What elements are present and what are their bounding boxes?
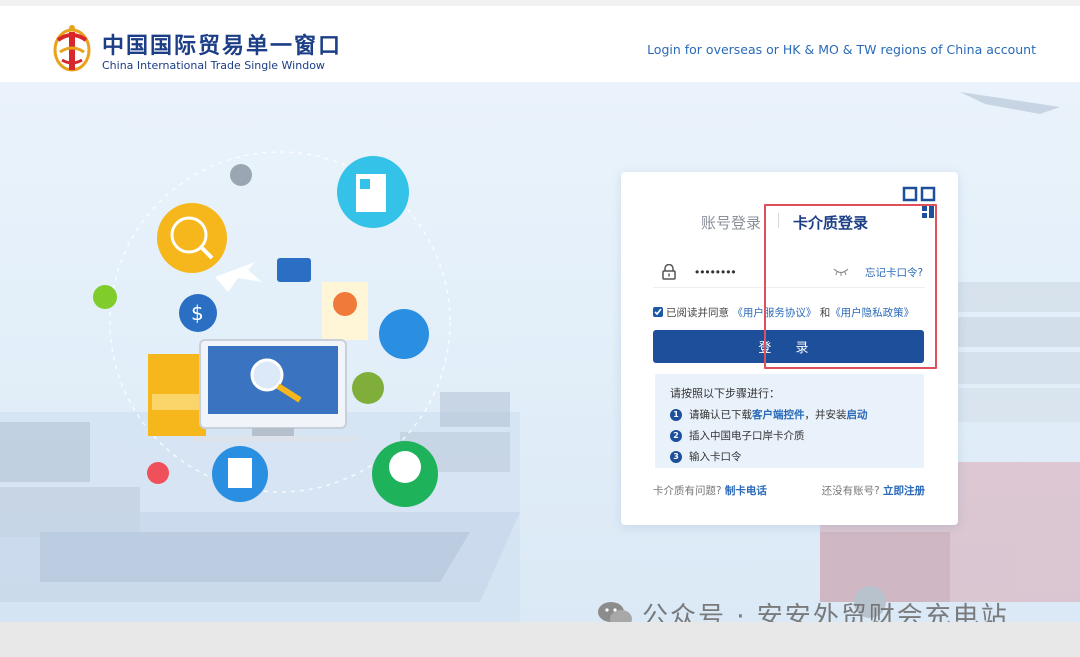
service-agreement-link[interactable]: 《用户服务协议》 [732, 307, 816, 319]
step-1: 1 请确认已下载 客户端控件 ，并安装 启动 [670, 407, 909, 422]
single-window-logo-icon [53, 25, 91, 72]
steps-panel: 请按照以下步骤进行： 1 请确认已下载 客户端控件 ，并安装 启动 2 插入中国电子口… [655, 374, 924, 468]
login-card: 账号登录 卡介质登录 忘记卡口令? 已阅读并同意 《用户服务协议》 和《用户隐私… [621, 172, 958, 525]
step-2-number: 2 [670, 429, 682, 442]
client-control-link[interactable]: 客户端控件 [752, 407, 805, 422]
step-2-text: 插入中国电子口岸卡介质 [689, 430, 805, 442]
overseas-login-link[interactable]: Login for overseas or HK & MO & TW regio… [647, 42, 1036, 57]
svg-text:$: $ [191, 301, 204, 325]
agreement-and: 和 [819, 307, 831, 319]
step-3-text: 输入卡口令 [689, 451, 742, 463]
tab-divider [778, 213, 779, 228]
card-password-input[interactable] [695, 261, 815, 283]
agreement-checkbox[interactable] [653, 307, 663, 317]
steps-title: 请按照以下步骤进行： [670, 387, 780, 400]
login-button[interactable]: 登 录 [653, 330, 924, 363]
step-3: 3 输入卡口令 [670, 449, 909, 464]
privacy-policy-link[interactable]: 《用户隐私政策》 [830, 307, 914, 319]
no-account-text: 还没有账号? [821, 485, 880, 497]
header-bar: 中国国际贸易单一窗口 China International Trade Sin… [0, 0, 1080, 82]
card-issue-text: 卡介质有问题? [653, 485, 722, 497]
card-phone-link[interactable]: 制卡电话 [725, 485, 767, 497]
agreement-row: 已阅读并同意 《用户服务协议》 和《用户隐私政策》 [653, 305, 914, 320]
step-1-middle: ，并安装 [804, 409, 847, 421]
password-row: 忘记卡口令? [653, 258, 925, 288]
step-1-number: 1 [670, 408, 682, 421]
lock-icon [662, 264, 676, 280]
qr-code-icon[interactable] [902, 186, 936, 220]
logo-title-en: China International Trade Single Window [102, 59, 325, 72]
card-issue-row: 卡介质有问题? 制卡电话 [653, 483, 767, 498]
eye-closed-icon[interactable] [833, 268, 849, 276]
step-2: 2 插入中国电子口岸卡介质 [670, 428, 909, 443]
bottom-bar [0, 622, 1080, 657]
agreement-prefix: 已阅读并同意 [666, 307, 729, 319]
start-link[interactable]: 启动 [847, 407, 868, 422]
step-3-number: 3 [670, 450, 682, 463]
tab-card-login[interactable]: 卡介质登录 [793, 212, 868, 233]
register-row: 还没有账号? 立即注册 [822, 483, 925, 498]
forgot-card-password-link[interactable]: 忘记卡口令? [865, 265, 923, 280]
logo-title-cn: 中国国际贸易单一窗口 [102, 34, 343, 59]
tab-account-login[interactable]: 账号登录 [701, 212, 761, 233]
step-1-prefix: 请确认已下载 [689, 409, 752, 421]
register-link[interactable]: 立即注册 [883, 485, 925, 497]
